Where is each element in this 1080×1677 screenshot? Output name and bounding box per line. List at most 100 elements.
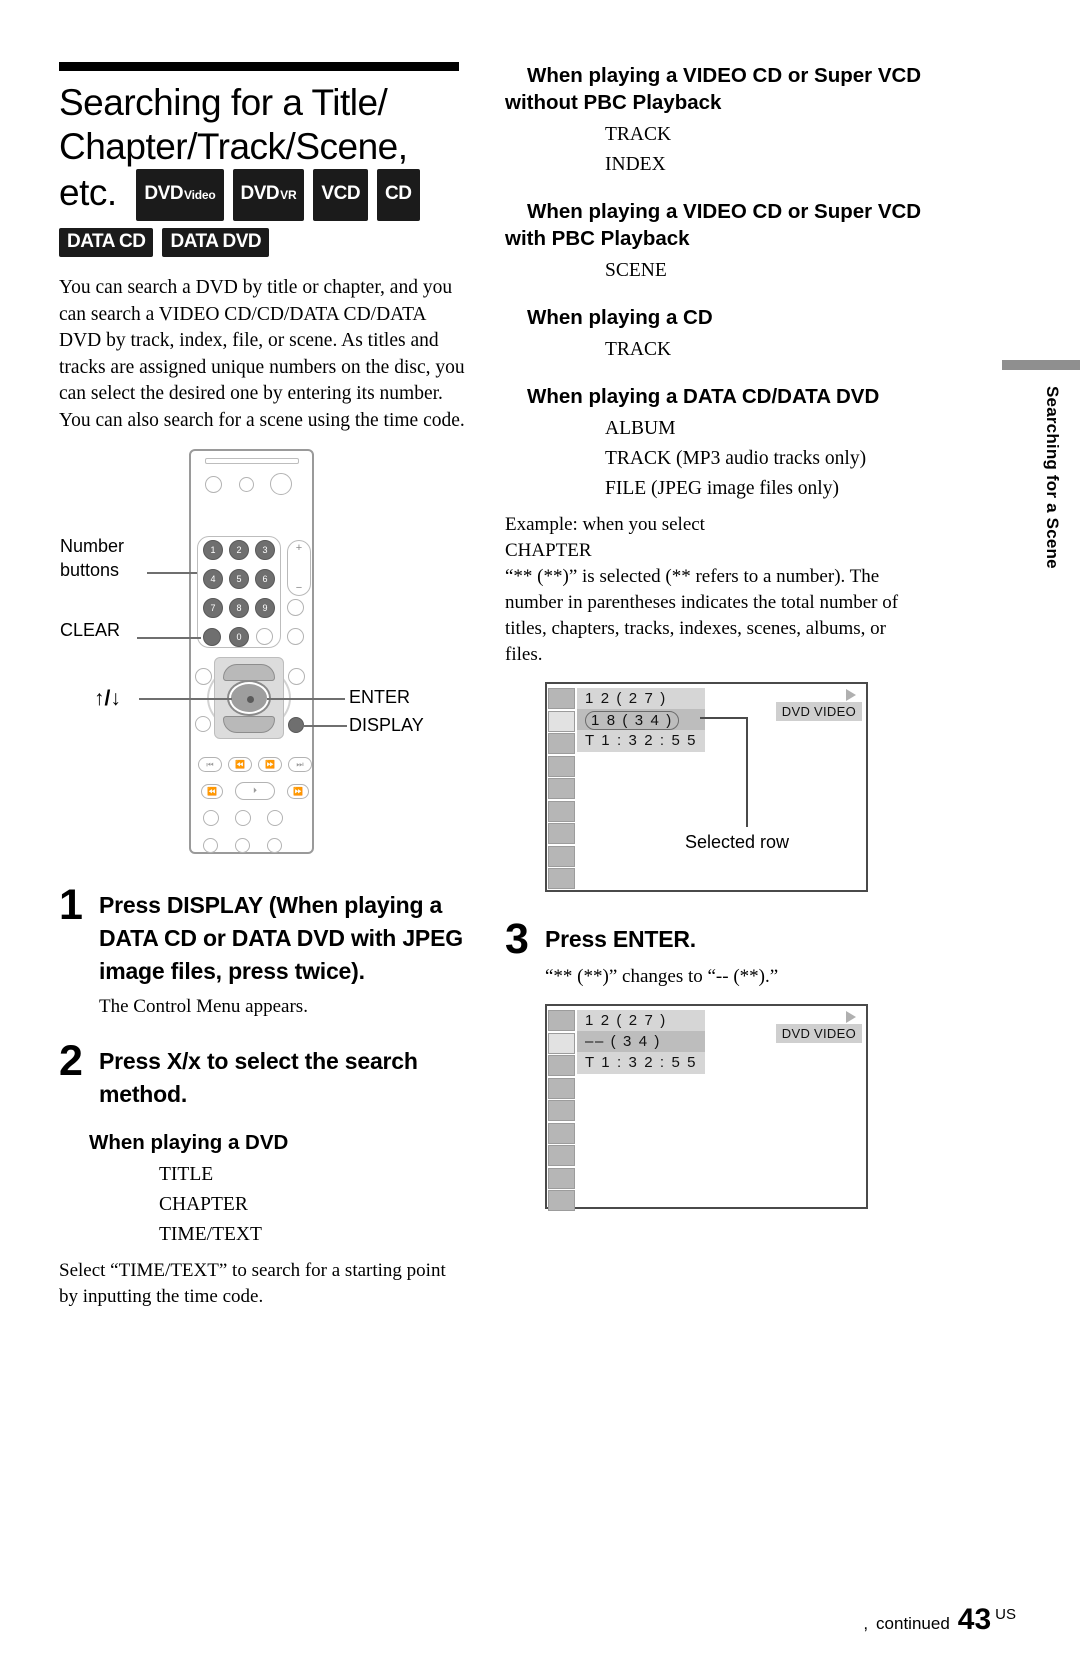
number-key-6: 6 [255,569,275,589]
icon-cell [548,1122,575,1144]
list-item: TITLE [159,1164,214,1185]
dpad-left-side-button [195,668,212,685]
side-tab-label: Searching for a Scene [1043,386,1062,569]
step-1-sub: The Control Menu appears. [99,996,308,1017]
region-label: US [995,1606,1016,1623]
bottom-button-b [235,838,250,853]
badge-data-dvd-big: DATA DVD [170,231,262,252]
icon-cell [548,845,575,867]
badge-cd: CD [377,169,420,221]
intro-paragraph: You can search a DVD by title or chapter… [59,277,465,431]
screen-2-time-row: T 1 : 3 2 : 5 5 [585,1054,698,1071]
list-item: TRACK (MP3 audio tracks only) [605,448,867,469]
numpad-right-button-1 [256,628,273,645]
section-items-vcd-with-pbc: SCENE [505,256,925,286]
number-key-0: 0 [229,627,249,647]
dpad-right-side-button [288,668,305,685]
numpad-right-button-2 [287,628,304,645]
leader-number-buttons [147,572,197,574]
rewind-button: ⏪ [201,784,223,799]
volume-rocker: + − [287,540,311,596]
label-clear: CLEAR [60,620,121,640]
screen-1-disc-badge: DVD VIDEO [775,702,862,721]
label-number-buttons-line2: buttons [60,560,120,580]
page-title: Searching for a Title/Chapter/Track/Scen… [59,81,469,221]
clear-button [203,628,221,646]
label-number-buttons-line1: Number [60,536,125,556]
play-button: ⏵ [235,782,275,800]
leader-display [303,725,347,727]
step-2-number: 2 [59,1037,83,1085]
page-number: 43 [957,1603,992,1636]
step-2-text: Press X/x to select the search method. [99,1048,418,1107]
time-text-note: Select “TIME/TEXT” to search for a start… [59,1260,446,1307]
top-button-2 [239,477,254,492]
screen-1-selected-value: 1 8 ( 3 4 ) [585,711,679,730]
icon-cell [548,1145,575,1166]
example-intro-line2: CHAPTER [505,540,592,561]
screen-1-callout-label: Selected row [685,832,790,852]
step-3-number: 3 [505,915,529,963]
icon-cell [548,800,575,822]
icon-cell [548,1100,575,1121]
play-indicator-icon [846,1011,856,1023]
icon-cell [548,1077,575,1099]
enter-button [229,682,269,714]
step-3-sub: “** (**)” changes to “-- (**).” [545,966,779,987]
side-tab: Searching for a Scene [1002,360,1080,640]
section-items-dvd: TITLE CHAPTER TIME/TEXT [59,1160,469,1250]
step-back-button: ⏪ [228,757,252,772]
number-key-1: 1 [203,540,223,560]
prev-track-button: ⏮ [198,757,222,772]
badge-dvd-video: DVD Video [136,169,224,221]
dpad-up-arrow-icon [223,664,275,681]
list-item: ALBUM [605,418,676,439]
icon-cell [548,1167,575,1189]
next-track-button: ⏭ [288,757,312,772]
screen-1-callout-horizontal [700,717,748,719]
example-body: “** (**)” is selected (** refers to a nu… [505,566,899,665]
label-enter: ENTER [349,687,411,707]
step-2: 2 Press X/x to select the search method. [59,1037,469,1111]
icon-cell [548,688,575,709]
remote-ir-window [205,458,299,464]
number-key-3: 3 [255,540,275,560]
screen-1-left-border [545,684,547,890]
badge-dvd-video-big: DVD [144,183,184,204]
screen-1-info-band: 1 2 ( 2 7 ) 1 8 ( 3 4 ) T 1 : 3 2 : 5 5 [577,688,705,752]
bottom-button-c [267,838,282,853]
label-up-down: ↑/↓ [94,687,121,710]
step-1: 1 Press DISPLAY (When playing a DATA CD … [59,884,469,988]
section-items-vcd-without-pbc: TRACK INDEX [505,120,925,180]
number-key-4: 4 [203,569,223,589]
fast-forward-button: ⏩ [287,784,309,799]
manual-page: Searching for a Title/Chapter/Track/Scen… [0,0,1080,1677]
return-button [195,716,211,732]
stop-button [267,810,283,826]
list-item: TRACK [605,124,672,145]
badge-cd-big: CD [385,183,412,204]
icon-cell [548,1010,575,1031]
number-key-2: 2 [229,540,249,560]
title-rule [59,62,459,71]
icon-cell [548,733,575,754]
screen-1-icon-column [548,688,575,891]
number-key-7: 7 [203,598,223,618]
continued-label: continued [876,1614,950,1633]
screen-2-icon-column [548,1010,575,1213]
icon-cell [548,778,575,799]
numpad-right-button-3 [287,599,304,616]
number-key-8: 8 [229,598,249,618]
number-key-5: 5 [229,569,249,589]
label-display: DISPLAY [349,715,424,735]
list-item: TRACK [605,339,672,360]
screen-2-disc-badge: DVD VIDEO [775,1024,862,1043]
eject-button [205,476,222,493]
badge-dvd-vr-small: VR [280,188,297,202]
section-heading-dvd: When playing a DVD [89,1131,289,1154]
screen-1-chapter-row: 1 8 ( 3 4 ) [577,709,705,730]
badge-data-cd-big: DATA CD [67,231,146,252]
title-badge-row-2: DATA CD DATA DVD [59,228,469,257]
remote-control-diagram: 1 2 3 4 5 6 7 8 9 0 + − ⏮ ⏪ ⏩ ⏭ ⏪ ⏵ ⏩ Nu… [59,444,469,864]
leader-up-down [139,698,232,700]
